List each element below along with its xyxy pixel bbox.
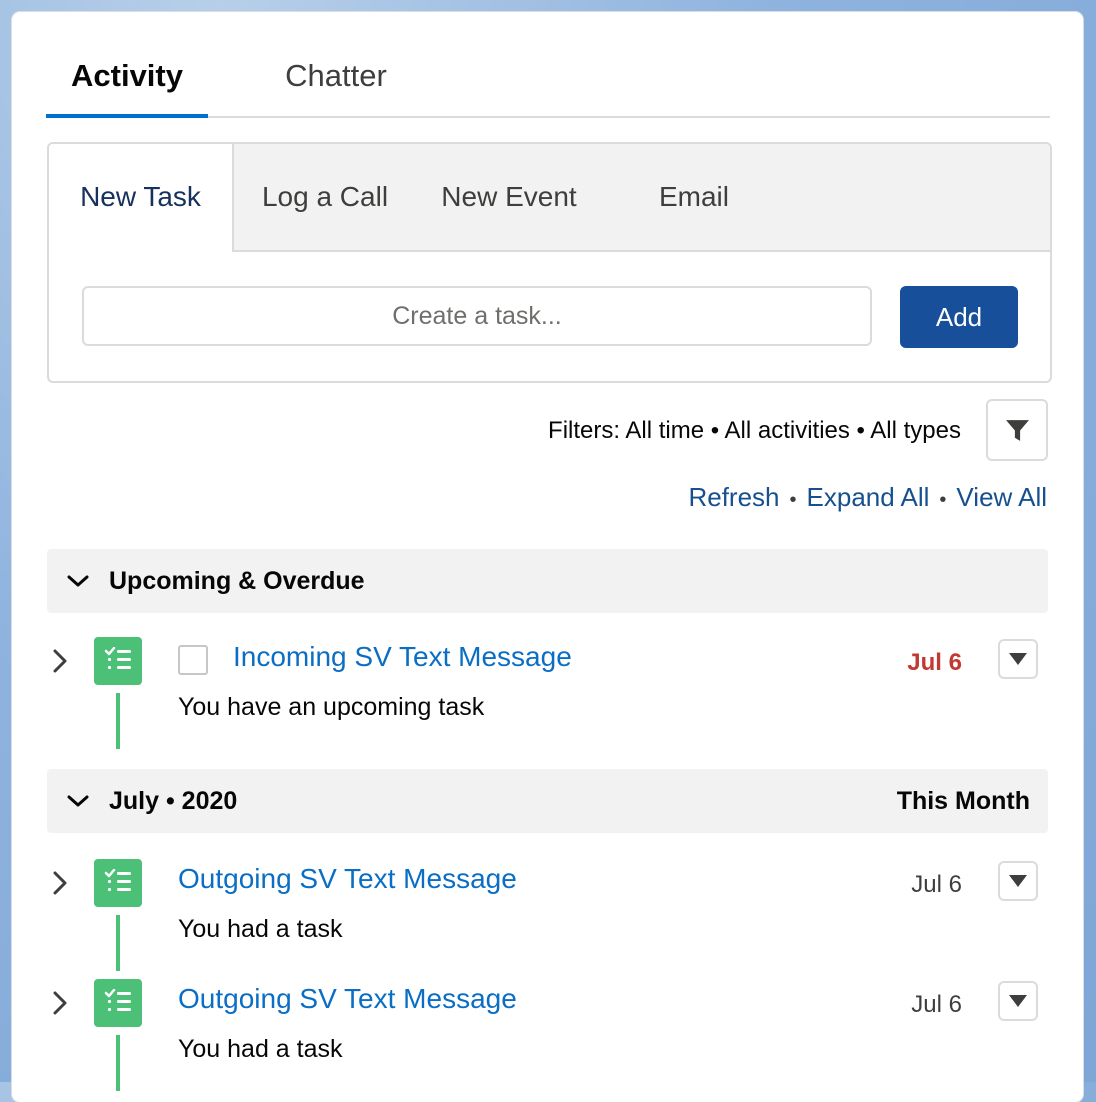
triangle-down-icon xyxy=(1009,653,1027,665)
task-subject-link[interactable]: Outgoing SV Text Message xyxy=(178,983,517,1015)
chevron-right-icon[interactable] xyxy=(51,649,69,673)
task-icon xyxy=(94,637,142,685)
filter-button[interactable] xyxy=(986,399,1048,461)
timeline-item: Incoming SV Text Message You have an upc… xyxy=(47,637,1048,757)
filter-funnel-icon xyxy=(1006,420,1029,441)
expand-all-link[interactable]: Expand All xyxy=(807,482,930,512)
task-subject-link[interactable]: Incoming SV Text Message xyxy=(233,641,572,673)
chevron-down-icon xyxy=(67,575,89,587)
chevron-right-icon[interactable] xyxy=(51,871,69,895)
tab-new-task[interactable]: New Task xyxy=(49,144,234,252)
task-description: You had a task xyxy=(178,915,343,943)
section-upcoming-overdue[interactable]: Upcoming & Overdue xyxy=(47,549,1048,613)
task-description: You have an upcoming task xyxy=(178,693,485,721)
filter-time: All time xyxy=(625,417,705,444)
timeline-item: Outgoing SV Text Message You had a task … xyxy=(47,859,1048,979)
tab-log-a-call[interactable]: Log a Call xyxy=(249,144,401,250)
timeline-item: Outgoing SV Text Message You had a task … xyxy=(47,979,1048,1099)
task-icon xyxy=(94,979,142,1027)
link-separator: • xyxy=(939,489,947,511)
task-date: Jul 6 xyxy=(911,991,962,1018)
section-title: July • 2020 xyxy=(109,787,238,815)
item-actions-menu[interactable] xyxy=(998,861,1038,901)
tab-new-event[interactable]: New Event xyxy=(429,144,589,250)
section-title: Upcoming & Overdue xyxy=(109,567,365,595)
filters-summary: Filters: All time • All activities • All… xyxy=(548,417,961,445)
filter-separator: • xyxy=(856,417,865,444)
activity-publisher: New Task Log a Call New Event Email Add xyxy=(47,142,1052,383)
tab-activity[interactable]: Activity xyxy=(46,52,208,118)
tab-email[interactable]: Email xyxy=(639,144,749,250)
task-icon xyxy=(94,859,142,907)
task-list-icon xyxy=(104,647,131,669)
view-all-link[interactable]: View All xyxy=(956,482,1047,512)
section-period-label: This Month xyxy=(896,787,1030,815)
filters-prefix: Filters: xyxy=(548,417,621,444)
tab-chatter[interactable]: Chatter xyxy=(256,52,416,116)
filter-activities: All activities xyxy=(724,417,850,444)
triangle-down-icon xyxy=(1009,875,1027,887)
task-list-icon xyxy=(104,989,131,1011)
filter-types: All types xyxy=(870,417,961,444)
main-tab-bar: Activity Chatter xyxy=(46,52,1050,118)
task-complete-checkbox[interactable] xyxy=(178,645,208,675)
activity-card: Activity Chatter New Task Log a Call New… xyxy=(12,12,1083,1102)
task-subject-link[interactable]: Outgoing SV Text Message xyxy=(178,863,517,895)
task-list-icon xyxy=(104,869,131,891)
section-july-2020[interactable]: July • 2020 This Month xyxy=(47,769,1048,833)
add-task-button[interactable]: Add xyxy=(900,286,1018,348)
item-actions-menu[interactable] xyxy=(998,639,1038,679)
item-actions-menu[interactable] xyxy=(998,981,1038,1021)
timeline-line xyxy=(116,915,120,971)
task-description: You had a task xyxy=(178,1035,343,1063)
chevron-down-icon xyxy=(67,795,89,807)
chevron-right-icon[interactable] xyxy=(51,991,69,1015)
refresh-link[interactable]: Refresh xyxy=(688,482,779,512)
task-due-date: Jul 6 xyxy=(907,649,962,676)
timeline-actions: Refresh • Expand All • View All xyxy=(688,482,1047,513)
triangle-down-icon xyxy=(1009,995,1027,1007)
filter-separator: • xyxy=(710,417,720,444)
timeline-line xyxy=(116,1035,120,1091)
create-task-input[interactable] xyxy=(82,286,872,346)
task-date: Jul 6 xyxy=(911,871,962,898)
link-separator: • xyxy=(789,489,797,511)
timeline-line xyxy=(116,693,120,749)
publisher-tab-bar: New Task Log a Call New Event Email xyxy=(49,144,1050,252)
